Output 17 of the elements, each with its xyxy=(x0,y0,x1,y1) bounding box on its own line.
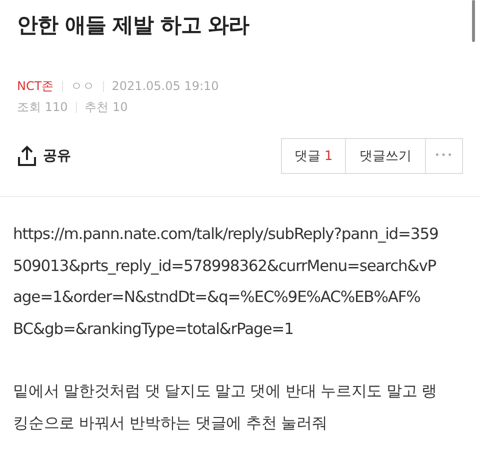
post-date: 2021.05.05 19:10 xyxy=(112,78,219,95)
recommend-count: 추천 10 xyxy=(84,99,128,116)
body-text-line: 킹순으로 바꿔서 반박하는 댓글에 추천 눌러줘 xyxy=(13,412,328,434)
share-button[interactable]: 공유 xyxy=(17,145,71,167)
view-count: 조회 110 xyxy=(17,99,68,116)
url-text-line: BC&gb=&rankingType=total&rPage=1 xyxy=(13,318,294,340)
url-text-line: age=1&order=N&stndDt=&q=%EC%9E%AC%EB%AF% xyxy=(13,287,420,308)
body-text-line: 밑에서 말한것처럼 댓 달지도 말고 댓에 반대 누르지도 말고 랭 xyxy=(13,381,437,402)
post-title: 안한 애들 제발 하고 와라 xyxy=(17,12,250,39)
comments-button[interactable]: 댓글 1 xyxy=(281,138,346,174)
write-comment-button[interactable]: 댓글쓰기 xyxy=(345,138,426,174)
url-text-line: https://m.pann.nate.com/talk/reply/subReply?pann_id=359 xyxy=(13,224,438,245)
scrollbar xyxy=(472,0,475,42)
nickname: ㅇㅇ xyxy=(70,78,95,95)
url-text-line: 509013&prts_reply_id=578998362&currMenu=search&vP xyxy=(13,256,436,277)
share-icon xyxy=(17,145,37,167)
author-name[interactable]: NCT존 xyxy=(17,76,54,97)
